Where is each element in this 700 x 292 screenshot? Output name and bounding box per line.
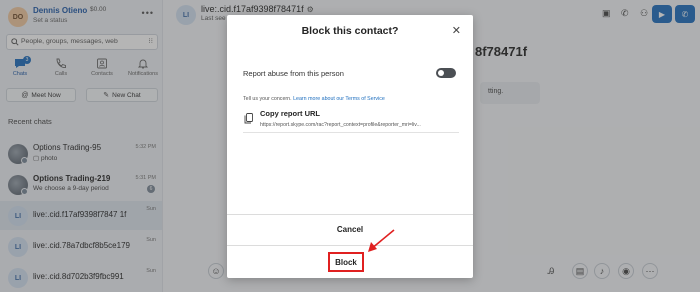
concern-text: Tell us your concern. Learn more about o… [243, 96, 385, 102]
dialog-title: Block this contact? [301, 25, 399, 37]
copy-report-url-button[interactable]: Copy report URL [260, 109, 320, 118]
cancel-button[interactable]: Cancel [227, 215, 473, 245]
terms-of-service-link[interactable]: Learn more about our Terms of Service [293, 96, 385, 102]
close-icon[interactable]: ✕ [452, 24, 461, 37]
copy-icon[interactable] [244, 113, 253, 124]
block-contact-dialog: Block this contact? ✕ Report abuse from … [227, 15, 473, 278]
divider [243, 132, 459, 133]
toggle-knob [438, 70, 444, 76]
block-button[interactable]: Block [328, 252, 364, 272]
concern-label: Tell us your concern. [243, 96, 292, 102]
report-abuse-label: Report abuse from this person [243, 69, 344, 78]
annotation-arrow-icon [368, 229, 395, 252]
report-url: https://report.skype.com/rac?report_cont… [260, 122, 421, 128]
report-abuse-toggle[interactable] [436, 68, 456, 78]
divider [227, 245, 473, 246]
